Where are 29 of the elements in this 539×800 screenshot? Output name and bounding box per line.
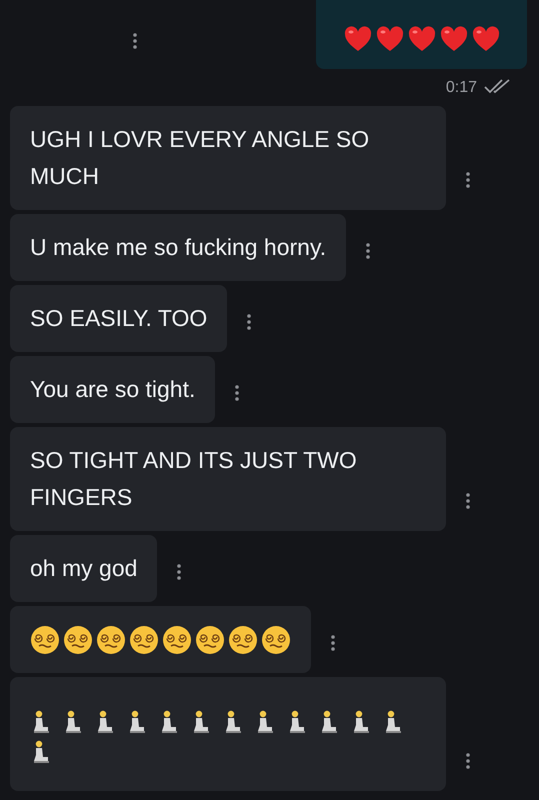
dizzy-face-icon bbox=[195, 624, 225, 654]
more-options-icon[interactable] bbox=[466, 493, 470, 509]
dizzy-face-icon bbox=[228, 624, 258, 654]
dizzy-face-icon bbox=[129, 624, 159, 654]
dizzy-face-icon bbox=[261, 624, 291, 654]
message-text: SO TIGHT AND ITS JUST TWO FINGERS bbox=[30, 446, 358, 512]
heart-icon bbox=[344, 26, 372, 52]
message-text: U make me so fucking horny. bbox=[30, 233, 326, 262]
dizzy-face-icon bbox=[30, 624, 60, 654]
dizzy-face-icon bbox=[96, 624, 126, 654]
more-options-icon[interactable] bbox=[247, 314, 252, 330]
more-options-icon[interactable] bbox=[331, 635, 335, 651]
message-text: oh my god bbox=[30, 554, 138, 583]
dizzy-face-icon bbox=[162, 624, 192, 654]
more-options-icon[interactable] bbox=[366, 243, 370, 259]
heart-icon bbox=[376, 26, 404, 52]
message-text: UGH I LOVR EVERY ANGLE SO MUCH bbox=[30, 125, 370, 191]
message-text: SO EASILY. TOO bbox=[30, 304, 208, 333]
heart-icon bbox=[472, 26, 500, 52]
message-time: 0:17 bbox=[446, 79, 477, 97]
more-options-icon[interactable] bbox=[177, 564, 182, 580]
more-options-icon[interactable] bbox=[133, 33, 137, 49]
heart-icon bbox=[440, 26, 468, 52]
message-text: You are so tight. bbox=[30, 375, 196, 404]
more-options-icon[interactable] bbox=[466, 753, 470, 769]
more-options-icon[interactable] bbox=[235, 385, 240, 401]
dizzy-face-icon bbox=[63, 624, 93, 654]
more-options-icon[interactable] bbox=[466, 172, 470, 188]
heart-icon bbox=[408, 26, 436, 52]
